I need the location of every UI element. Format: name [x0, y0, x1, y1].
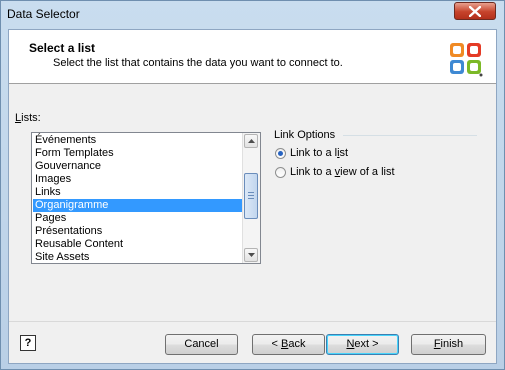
cancel-button[interactable]: Cancel [165, 334, 238, 355]
list-scrollbar[interactable] [242, 133, 260, 263]
data-selector-window: Data Selector Select a list Select the l… [0, 0, 505, 370]
list-item[interactable]: Form Templates [33, 147, 243, 160]
help-button[interactable]: ? [20, 335, 36, 351]
list-item[interactable]: Gouvernance [33, 160, 243, 173]
lists-listbox[interactable]: Événements Form Templates Gouvernance Image… [31, 132, 261, 264]
next-button[interactable]: Next > [326, 334, 399, 355]
scroll-up-button[interactable] [244, 134, 258, 148]
list-item[interactable]: Site Assets [33, 251, 243, 263]
finish-button[interactable]: Finish [411, 334, 486, 355]
list-items: Événements Form Templates Gouvernance Image… [33, 134, 243, 263]
header-title: Select a list [29, 41, 96, 55]
arrow-up-icon [248, 139, 255, 143]
scroll-down-button[interactable] [244, 248, 258, 262]
group-divider [343, 135, 477, 136]
radio-link-to-view[interactable]: Link to a view of a list [275, 166, 395, 178]
footer-divider [9, 321, 496, 322]
list-item[interactable]: Links [33, 186, 243, 199]
close-icon [469, 6, 481, 17]
list-item[interactable]: Événements [33, 134, 243, 147]
radio-button-unselected[interactable] [275, 166, 286, 178]
close-button[interactable] [454, 2, 496, 20]
window-title: Data Selector [7, 7, 80, 21]
radio-link-to-list[interactable]: Link to a list [275, 147, 348, 159]
list-item[interactable]: Organigramme [33, 199, 243, 212]
title-bar[interactable]: Data Selector [1, 1, 504, 27]
radio-link-to-view-label: Link to a view of a list [290, 166, 395, 178]
office-logo-icon [450, 43, 483, 77]
radio-button-selected[interactable] [275, 147, 286, 159]
list-item[interactable]: Présentations [33, 225, 243, 238]
list-item[interactable]: Images [33, 173, 243, 186]
back-button[interactable]: < Back [252, 334, 325, 355]
arrow-down-icon [248, 253, 255, 257]
header-subtitle: Select the list that contains the data y… [53, 57, 343, 69]
list-item[interactable]: Pages [33, 212, 243, 225]
lists-label: Lists: [15, 112, 41, 124]
link-options-label: Link Options [274, 129, 336, 141]
scroll-thumb[interactable] [244, 173, 258, 219]
list-item[interactable]: Reusable Content [33, 238, 243, 251]
dialog-header: Select a list Select the list that conta… [9, 30, 496, 84]
radio-link-to-list-label: Link to a list [290, 147, 349, 159]
dialog-body: Select a list Select the list that conta… [8, 29, 497, 364]
